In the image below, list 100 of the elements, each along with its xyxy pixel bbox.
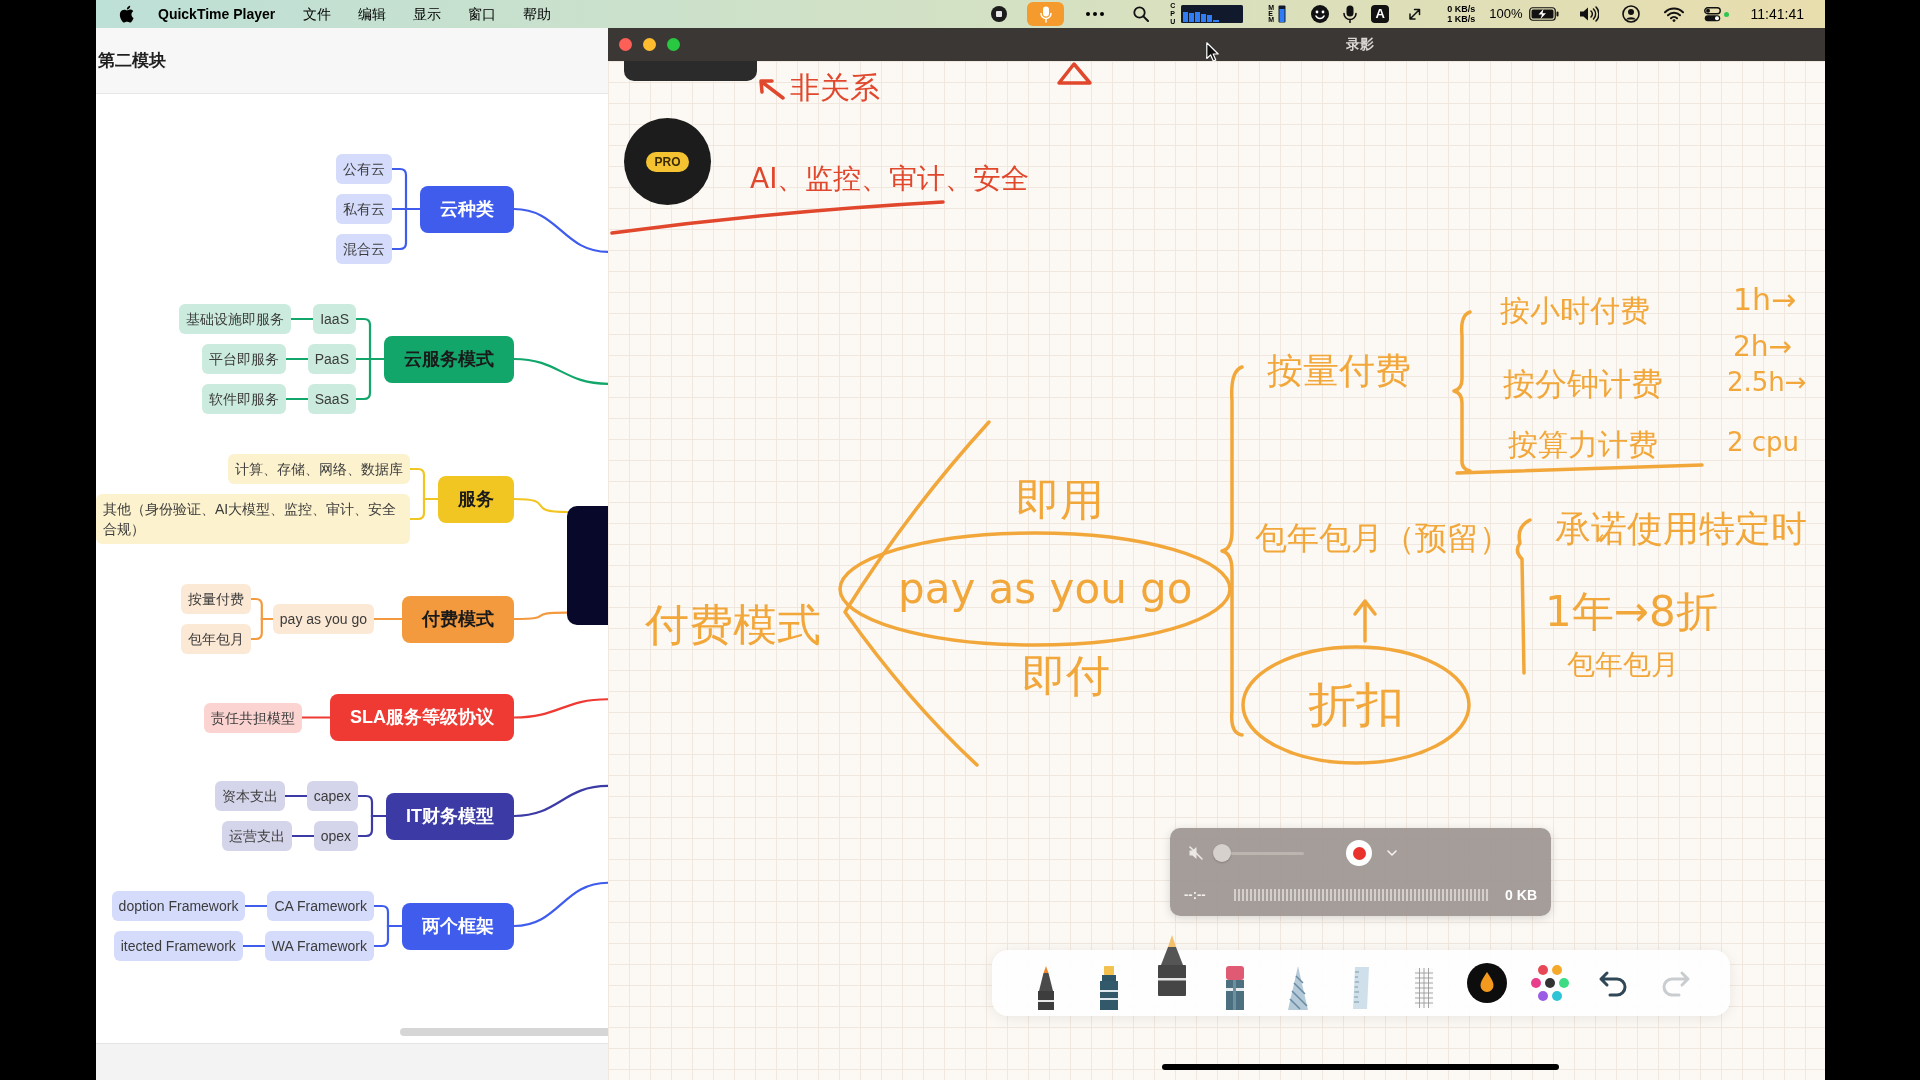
microphone-icon[interactable]	[1343, 5, 1358, 23]
connector-line	[284, 357, 309, 361]
handwritten-note: 2.5h→	[1727, 368, 1807, 398]
undo-icon	[1597, 970, 1628, 998]
user-icon[interactable]	[1621, 5, 1640, 23]
topic-node: 服务	[438, 475, 514, 523]
connector-line	[512, 497, 569, 514]
subtopic-node: SaaS	[307, 384, 356, 414]
handwritten-note: pay as you go	[898, 565, 1193, 614]
connector-line	[372, 617, 404, 621]
handwritten-note: 2 cpu	[1727, 428, 1800, 458]
window-title: 录影	[1346, 35, 1374, 54]
subtopic-node: 混合云	[336, 234, 392, 264]
connector-line	[241, 944, 266, 948]
handwritten-note: 2h→	[1733, 331, 1793, 364]
connector-line	[408, 497, 440, 521]
undo-button[interactable]	[1597, 970, 1628, 998]
battery-percentage: 100%	[1489, 5, 1523, 24]
cpu-graph-icon[interactable]	[1181, 5, 1244, 23]
close-button[interactable]	[619, 38, 632, 51]
record-dot-icon	[1352, 846, 1366, 860]
menu-item[interactable]: 编辑	[358, 3, 387, 25]
ink-color-button[interactable]	[1466, 963, 1507, 1003]
connector-line	[244, 904, 269, 908]
network-upload-rate: 0 KB/s	[1447, 4, 1476, 14]
handwritten-note: AI、监控、审计、安全	[750, 163, 1030, 196]
handwritten-note: 折扣	[1308, 677, 1404, 733]
subtopic-node: 包年包月	[180, 624, 251, 654]
elapsed-time: --:--	[1184, 886, 1207, 905]
more-icon[interactable]	[1086, 12, 1105, 16]
topic-node: SLA服务等级协议	[330, 694, 514, 741]
subtopic-node: 平台即服务	[201, 344, 286, 374]
connector-line	[356, 814, 388, 838]
menu-item[interactable]: 帮助	[523, 3, 552, 25]
subtopic-node: 公有云	[336, 154, 392, 184]
subtopic-node: IaaS	[313, 304, 356, 334]
menu-item[interactable]: 显示	[413, 3, 442, 25]
subtopic-node: pay as you go	[272, 604, 374, 634]
app-menu[interactable]: QuickTime Player	[158, 3, 276, 25]
pro-button[interactable]: PRO	[624, 118, 711, 205]
subtopic-node: itected Framework	[113, 931, 243, 961]
connector-line	[372, 924, 404, 948]
microphone-icon	[1039, 5, 1052, 23]
handwritten-note: 付费模式	[645, 600, 821, 651]
color-palette-icon	[1529, 963, 1570, 1003]
subtopic-node: 基础设施即服务	[179, 304, 292, 334]
input-source-indicator[interactable]: A	[1371, 5, 1390, 23]
handwritten-note: 按算力计费	[1508, 428, 1658, 463]
subtopic-node: 其他（身份验证、AI大模型、监控、审计、安全合规）	[96, 494, 410, 544]
network-download-rate: 1 KB/s	[1447, 14, 1476, 24]
redo-icon	[1660, 970, 1691, 998]
pro-badge: PRO	[646, 151, 689, 172]
menu-item[interactable]: 文件	[303, 3, 332, 25]
subtopic-node: 资本支出	[214, 781, 285, 811]
document-title: 第二模块	[97, 49, 166, 72]
topic-node: 付费模式	[402, 595, 514, 643]
apple-logo-icon[interactable]	[119, 5, 134, 23]
minimize-button[interactable]	[643, 38, 656, 51]
color-palette-button[interactable]	[1529, 963, 1570, 1003]
subtopic-node: 计算、存储、网络、数据库	[228, 454, 410, 484]
connector-line	[290, 317, 315, 321]
handwritten-note: 按小时付费	[1500, 294, 1650, 329]
control-center-icon[interactable]	[1703, 6, 1721, 22]
subtopic-node: 责任共担模型	[204, 702, 302, 733]
record-button[interactable]	[1346, 840, 1372, 866]
subtopic-node: CA Framework	[267, 891, 374, 921]
zoom-button[interactable]	[667, 38, 680, 51]
connector-line	[283, 794, 308, 798]
battery-charging-icon[interactable]	[1528, 7, 1559, 21]
handwritten-note: 非关系	[790, 71, 880, 106]
subtopic-node: doption Framework	[111, 891, 246, 921]
handwritten-note: 包年包月（预留）	[1255, 520, 1511, 557]
connector-line	[512, 611, 569, 621]
subtopic-node: PaaS	[307, 344, 356, 374]
handwritten-note: 按分钟计费	[1503, 366, 1663, 403]
subtopic-node: 私有云	[336, 194, 392, 224]
handwritten-note: 1h→	[1733, 283, 1797, 318]
handwritten-note: 1年→8折	[1545, 588, 1718, 637]
connector-line	[249, 617, 274, 641]
topic-node: 云种类	[420, 185, 514, 233]
topic-node: IT财务模型	[386, 792, 514, 840]
arrow-stroke	[759, 79, 785, 100]
triangle-stroke	[1057, 62, 1092, 85]
volume-slider[interactable]	[1213, 844, 1304, 862]
subtopic-node: 运营支出	[221, 821, 292, 851]
volume-icon[interactable]	[1578, 6, 1599, 22]
stop-recording-icon[interactable]	[991, 6, 1008, 22]
connector-line	[290, 834, 315, 838]
topic-node: 两个框架	[402, 902, 514, 950]
topic-node: 云服务模式	[384, 335, 514, 383]
indicator-dot-icon	[1723, 11, 1729, 17]
file-size: 0 KB	[1505, 885, 1537, 905]
horizontal-scrollbar[interactable]	[400, 1028, 608, 1036]
menu-item[interactable]: 窗口	[468, 3, 497, 25]
wifi-icon[interactable]	[1663, 6, 1684, 22]
clock[interactable]: 11:41:41	[1750, 3, 1804, 25]
memory-meter-icon[interactable]	[1278, 5, 1287, 23]
smiley-icon[interactable]	[1311, 5, 1330, 23]
search-icon[interactable]	[1133, 6, 1150, 22]
diagonal-arrows-icon[interactable]	[1408, 7, 1422, 21]
